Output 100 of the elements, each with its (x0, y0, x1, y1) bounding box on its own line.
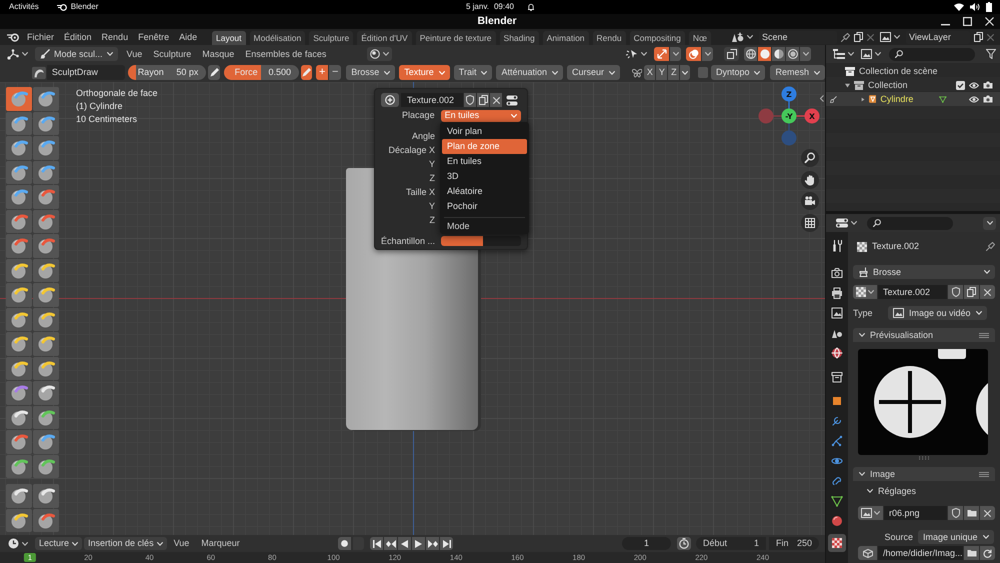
resize-grip-icon[interactable] (919, 456, 929, 460)
sample-slider[interactable] (441, 236, 521, 246)
menu-item[interactable]: Masque (197, 47, 240, 61)
editor-type-button[interactable] (5, 47, 30, 61)
menu-option[interactable]: 3D (442, 169, 527, 184)
unlink-button[interactable] (490, 93, 502, 107)
editor-type-button[interactable] (831, 47, 856, 61)
open-file-button[interactable] (964, 546, 979, 560)
search-field[interactable] (867, 216, 953, 230)
pin-icon[interactable] (986, 242, 995, 251)
workspace-tab[interactable]: Modélisation (250, 31, 306, 45)
triangle-icon[interactable] (939, 94, 947, 104)
copy-icon[interactable] (974, 32, 983, 42)
disclosure-triangle-icon[interactable] (860, 96, 865, 102)
bell-icon[interactable] (527, 3, 535, 11)
panel-header[interactable]: Prévisualisation (853, 328, 995, 342)
shield-icon[interactable] (952, 287, 960, 297)
pack-button[interactable] (858, 546, 877, 560)
axis-bubble[interactable] (804, 108, 820, 124)
object-icon[interactable] (868, 94, 876, 104)
panel-header[interactable]: Image (853, 467, 995, 481)
outliner-row[interactable]: Cylindre (826, 92, 1000, 106)
workspace-tab[interactable]: Compositing (630, 31, 685, 45)
shading-button[interactable] (744, 47, 757, 61)
properties-tab[interactable] (828, 534, 846, 552)
chevron-icon[interactable] (859, 472, 865, 476)
menu-item[interactable]: Marqueur (196, 536, 245, 550)
shield-icon[interactable] (952, 508, 960, 518)
next-key-button[interactable] (426, 537, 439, 550)
options-dropdown[interactable] (983, 216, 996, 230)
sculpt-tool-button[interactable] (6, 484, 32, 508)
pressure-toggle[interactable] (300, 65, 312, 80)
unlink-button[interactable] (980, 285, 995, 299)
outliner-item[interactable]: Collection de scène (859, 66, 938, 76)
clock-text[interactable]: 09:40 (494, 3, 514, 11)
chevron-icon[interactable] (859, 333, 865, 337)
brush-thumbnail-icon[interactable] (32, 66, 46, 80)
transform-pivot-dropdown[interactable] (367, 47, 392, 61)
menu-item[interactable]: Vue (122, 47, 148, 61)
axis-bubble[interactable] (782, 86, 796, 102)
overlay-options-button[interactable] (702, 47, 713, 61)
scene-browse-button[interactable] (730, 30, 755, 44)
menu-item[interactable]: Édition (59, 30, 97, 44)
disclosure-triangle-icon[interactable] (845, 82, 850, 88)
menu-option[interactable]: Aléatoire (442, 184, 527, 199)
sculpt-tool-button[interactable] (33, 308, 59, 331)
activities-button[interactable]: Activités (9, 3, 39, 11)
dyntopo-checkbox[interactable] (698, 67, 708, 78)
menu-option[interactable]: Voir plan (442, 124, 527, 139)
reload-button[interactable] (980, 546, 995, 560)
sculpt-tool-button[interactable] (33, 406, 59, 429)
axis-bubble[interactable] (782, 108, 796, 124)
jump-end-button[interactable] (440, 537, 453, 550)
chevron-icon[interactable] (867, 489, 873, 493)
sculpt-tool-button[interactable] (6, 508, 32, 532)
sidebar-toggle-icon[interactable] (820, 95, 824, 102)
menu-dropdown[interactable]: Insertion de clés (84, 537, 167, 550)
gizmo-toggle[interactable] (654, 47, 669, 61)
jump-start-button[interactable] (370, 537, 383, 550)
menu-option[interactable]: Pochoir (442, 199, 527, 214)
image-name-field[interactable]: r06.png (884, 506, 947, 520)
battery-icon[interactable] (986, 2, 992, 12)
previous-key-button[interactable] (384, 537, 397, 550)
start-frame-field[interactable]: Début 1 (696, 537, 766, 550)
shading-button[interactable] (772, 47, 785, 61)
sculpt-tool-button[interactable] (6, 308, 32, 331)
workspace-tab[interactable]: Animation (542, 31, 589, 45)
menu-item[interactable]: Rendu (96, 30, 134, 44)
workspace-tab[interactable]: Shading (500, 31, 539, 45)
play-reverse-button[interactable] (398, 537, 411, 550)
sculpt-tool-button[interactable] (6, 258, 32, 282)
file-path-field[interactable]: /home/didier/Imag... (878, 546, 963, 560)
workspace-tab[interactable]: Rendu (592, 31, 626, 45)
radius-slider[interactable]: Rayon 50 px (128, 65, 206, 80)
sculpt-tool-button[interactable] (6, 454, 32, 478)
open-file-button[interactable] (964, 506, 979, 520)
popover-button[interactable]: Curseur (567, 65, 620, 80)
workspace-tab[interactable]: Peinture de texture (416, 31, 496, 45)
new-texture-button[interactable] (381, 93, 399, 107)
workspace-tab[interactable]: Édition d'UV (357, 31, 412, 45)
editor-type-button[interactable] (834, 216, 859, 230)
editor-type-button[interactable] (6, 536, 30, 550)
sculpt-tool-button[interactable] (33, 454, 59, 478)
source-dropdown[interactable]: Image unique (918, 530, 994, 544)
sculpt-tool-button[interactable] (6, 160, 32, 184)
folder-icon[interactable] (966, 549, 976, 557)
eye-icon[interactable] (969, 82, 979, 88)
copy-icon[interactable] (967, 287, 976, 297)
camera-icon[interactable] (801, 192, 819, 210)
popover-button[interactable]: Brosse (346, 65, 396, 80)
display-mode-button[interactable] (859, 47, 883, 61)
checkbox-icon[interactable] (956, 80, 965, 90)
current-frame-field[interactable]: 1 (622, 537, 671, 550)
popover-button[interactable]: Atténuation (496, 65, 563, 80)
sculpt-tool-button[interactable] (33, 210, 59, 233)
menu-item[interactable]: Fichier (22, 30, 60, 44)
drag-handle-icon[interactable] (979, 472, 989, 476)
strength-slider[interactable]: Force 0.500 (224, 65, 299, 80)
pin-icon[interactable] (841, 32, 850, 42)
grid-icon[interactable] (801, 214, 819, 232)
